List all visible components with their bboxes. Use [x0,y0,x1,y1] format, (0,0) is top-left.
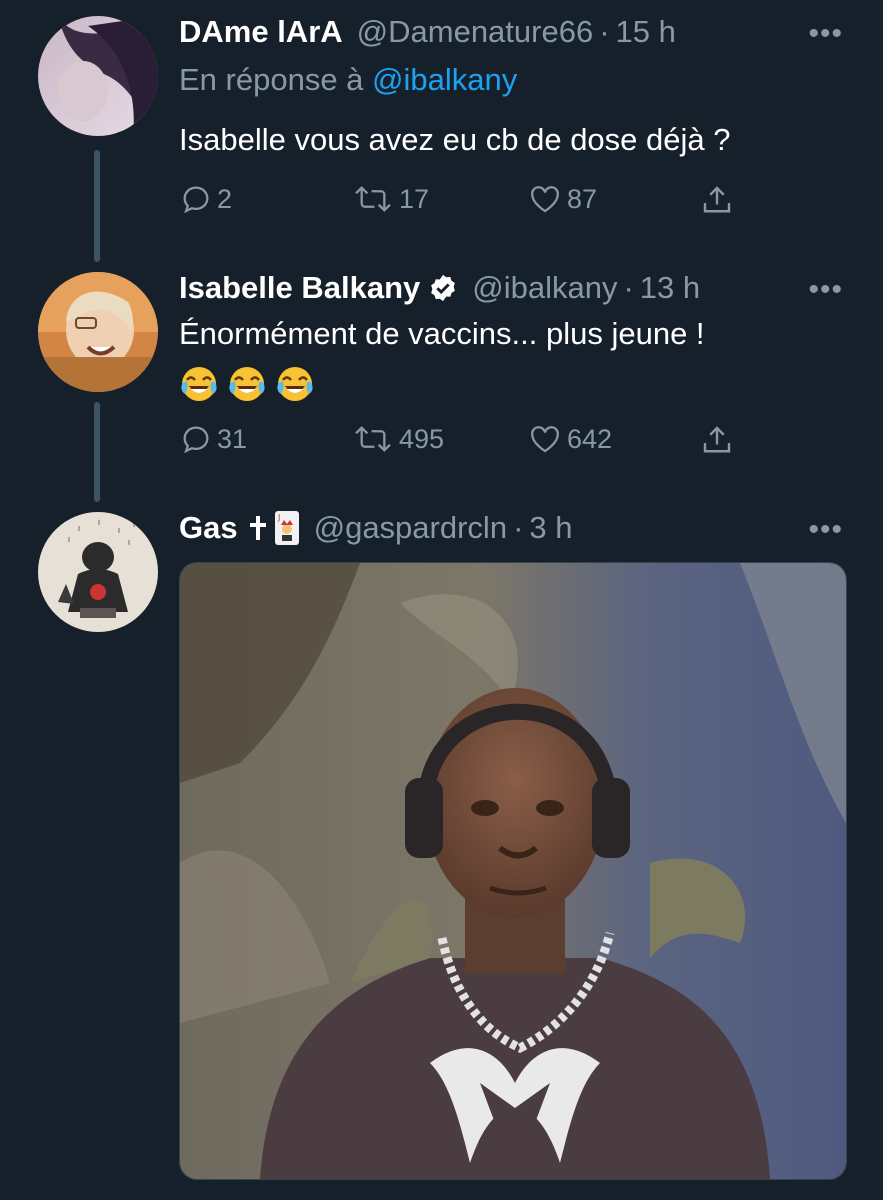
share-icon [703,426,731,453]
more-options-icon[interactable]: ••• [808,515,843,545]
tweet-header: Gas J @gaspardrcln · 3 h [179,510,853,546]
like-count: 87 [567,183,598,214]
like-count: 642 [567,423,613,454]
retweet-button[interactable]: 495 [351,422,444,456]
reply-icon [183,186,209,214]
reply-button[interactable]: 31 [179,422,247,456]
reply-button[interactable]: 2 [179,182,232,216]
more-options-icon[interactable]: ••• [808,275,843,305]
tweet-text-line: Énormément de vaccins... plus jeune ! [179,316,705,351]
media-photo [180,563,846,1179]
joker-card-icon: J [274,511,299,545]
reply-icon [183,426,209,454]
separator: · [623,270,634,305]
timestamp[interactable]: 3 h [529,510,572,546]
reply-mention-link[interactable]: @ibalkany [372,62,517,97]
user-handle[interactable]: @ibalkany [472,270,617,306]
latin-cross-icon [249,516,266,540]
face-with-tears-of-joy-icon [229,366,265,401]
tweet-actions: 2 17 87 [179,182,739,222]
reply-count: 2 [217,183,233,214]
tweet-text: Énormément de vaccins... plus jeune ! [179,312,843,404]
reply-context: En réponse à @ibalkany [179,62,517,98]
avatar[interactable] [38,512,158,632]
share-button[interactable] [699,422,735,458]
heart-icon [531,426,559,453]
tweet-actions: 31 495 642 [179,422,739,462]
like-button[interactable]: 87 [527,182,597,216]
thread-connector [94,402,100,502]
display-name[interactable]: Isabelle Balkany [179,270,420,306]
face-with-tears-of-joy-icon [277,366,313,401]
tweet-media-image[interactable] [179,562,847,1180]
tweet-header: DAme lArA @Damenature66 · 15 h [179,14,853,50]
heart-icon [531,186,559,213]
reply-prefix: En réponse à [179,62,364,97]
share-icon [703,186,731,213]
timestamp[interactable]: 15 h [616,14,676,50]
retweet-count: 495 [399,423,445,454]
retweet-icon [355,186,391,212]
like-button[interactable]: 642 [527,422,612,456]
avatar[interactable] [38,16,158,136]
svg-text:J: J [277,513,280,522]
tweet[interactable]: DAme lArA @Damenature66 · 15 h ••• En ré… [0,0,883,250]
reply-count: 31 [217,423,248,454]
timestamp[interactable]: 13 h [640,270,700,306]
user-handle[interactable]: @gaspardrcln [314,510,507,546]
separator: · [513,510,524,545]
tweet-header: Isabelle Balkany @ibalkany · 13 h [179,270,853,306]
retweet-icon [355,426,391,452]
more-options-icon[interactable]: ••• [808,19,843,49]
retweet-button[interactable]: 17 [351,182,429,216]
emoji-row [179,360,843,404]
display-name[interactable]: Gas [179,510,238,546]
share-button[interactable] [699,182,735,218]
user-handle[interactable]: @Damenature66 [357,14,594,50]
retweet-count: 17 [399,183,430,214]
tweet-text: Isabelle vous avez eu cb de dose déjà ? [179,122,731,157]
display-name[interactable]: DAme lArA [179,14,343,50]
separator: · [599,14,610,49]
face-with-tears-of-joy-icon [181,366,217,401]
avatar[interactable] [38,272,158,392]
verified-badge-icon [431,274,456,302]
